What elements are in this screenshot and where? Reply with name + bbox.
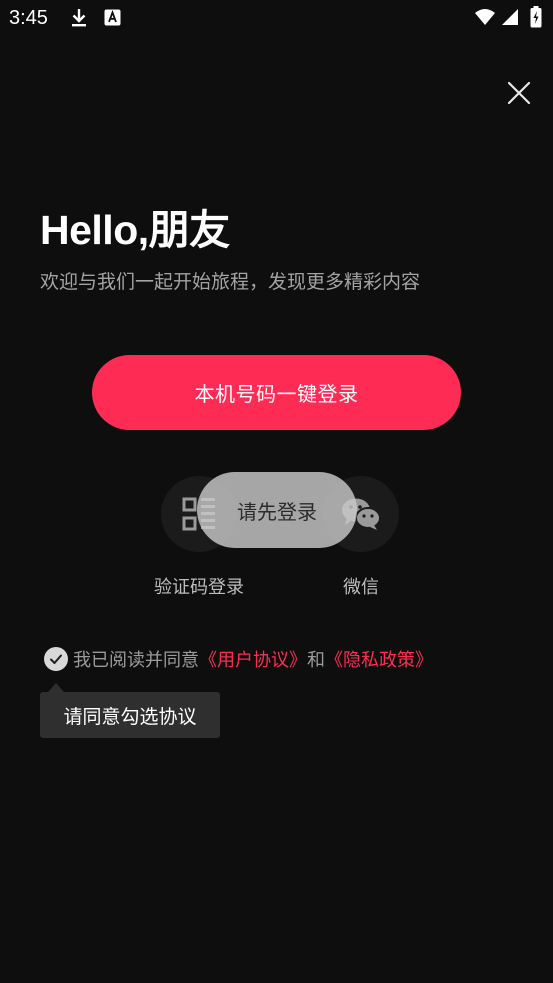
login-toast: 请先登录 xyxy=(197,472,357,548)
signal-icon xyxy=(502,8,519,30)
download-icon xyxy=(70,8,88,32)
status-time: 3:45 xyxy=(9,7,48,29)
page-subtitle: 欢迎与我们一起开始旅程，发现更多精彩内容 xyxy=(40,271,421,293)
battery-charging-icon xyxy=(530,6,542,32)
sms-code-login-label: 验证码登录 xyxy=(154,577,244,598)
agreement-checkbox[interactable] xyxy=(44,647,68,671)
agreement-conjunction: 和 xyxy=(307,650,325,671)
status-bar: 3:45 xyxy=(0,0,553,38)
font-icon xyxy=(104,9,121,30)
close-button[interactable] xyxy=(503,77,535,109)
close-icon xyxy=(507,81,531,105)
check-icon xyxy=(50,654,62,664)
one-click-login-button[interactable]: 本机号码一键登录 xyxy=(92,355,461,430)
privacy-policy-link[interactable]: 《隐私政策》 xyxy=(325,646,433,672)
agreement-prefix: 我已阅读并同意 xyxy=(73,650,199,671)
wifi-icon xyxy=(474,8,496,30)
tooltip-arrow xyxy=(48,683,64,692)
agree-tooltip: 请同意勾选协议 xyxy=(40,692,220,738)
wechat-login-label: 微信 xyxy=(343,577,379,598)
agreement-row: 我已阅读并同意 《用户协议》 和 《隐私政策》 xyxy=(44,646,433,672)
user-agreement-link[interactable]: 《用户协议》 xyxy=(199,646,307,672)
page-title: Hello,朋友 xyxy=(40,207,230,253)
